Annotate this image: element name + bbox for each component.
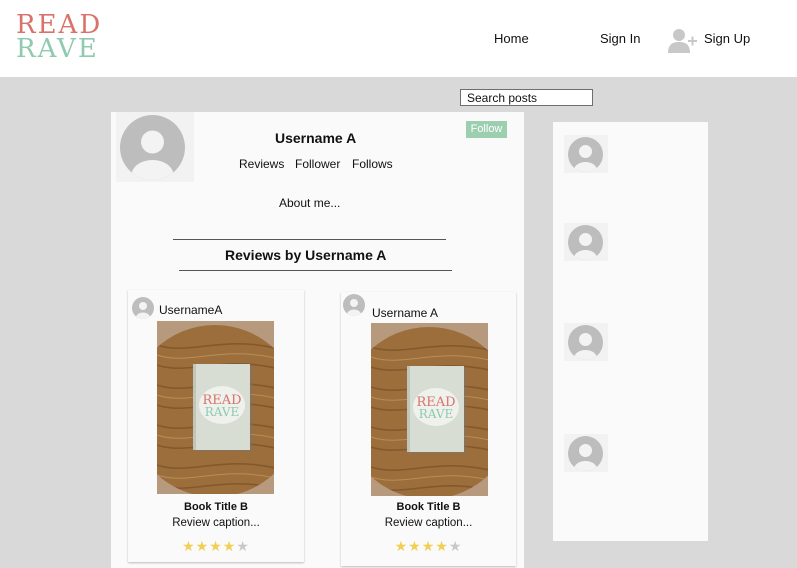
review-card[interactable]: Username A READ RAVE Book Title B Review… — [341, 292, 516, 566]
star-filled-icon: ★ — [209, 538, 223, 554]
profile-reviews-link[interactable]: Reviews — [239, 157, 284, 171]
review-caption: Review caption... — [172, 517, 260, 529]
review-author[interactable]: UsernameA — [159, 303, 222, 317]
profile-username: Username A — [275, 130, 357, 146]
reviews-heading: Reviews by Username A — [225, 247, 387, 263]
nav-home-link[interactable]: Home — [494, 31, 529, 46]
review-card[interactable]: UsernameA READ RAVE Book Title B Review … — [128, 290, 304, 562]
book-cover-image[interactable]: READ RAVE — [371, 323, 488, 496]
user-avatar-icon — [568, 325, 603, 360]
star-rating: ★★★★★ — [341, 538, 516, 555]
star-filled-icon: ★ — [435, 538, 449, 554]
star-filled-icon: ★ — [394, 538, 409, 554]
star-rating: ★★★★★ — [128, 538, 304, 555]
cover-text-rave: RAVE — [205, 405, 240, 419]
nav-sign-in-link[interactable]: Sign In — [600, 31, 640, 46]
search-input[interactable] — [460, 89, 593, 106]
follow-button[interactable]: Follow — [466, 121, 507, 138]
book-title[interactable]: Book Title B — [341, 501, 516, 513]
profile-follows-link[interactable]: Follows — [352, 157, 393, 171]
star-empty-icon: ★ — [448, 538, 463, 554]
logo-line-rave: RAVE — [16, 34, 99, 64]
book-cover-image[interactable]: READ RAVE — [157, 321, 274, 494]
user-avatar-icon — [132, 297, 154, 319]
user-avatar-icon — [568, 436, 603, 471]
readrave-logo[interactable]: READ RAVE — [16, 12, 102, 62]
profile-follower-link[interactable]: Follower — [295, 157, 340, 171]
cover-text-rave: RAVE — [419, 407, 454, 421]
suggested-user-avatar[interactable] — [564, 223, 608, 261]
suggested-user-avatar[interactable] — [564, 323, 608, 361]
divider-top — [173, 239, 446, 240]
star-filled-icon: ★ — [222, 538, 237, 554]
user-avatar-icon — [343, 294, 365, 316]
divider-bottom — [179, 270, 452, 271]
top-navigation-bar: READ RAVE Home Sign In Sign Up — [0, 0, 797, 77]
user-avatar-icon — [120, 115, 185, 180]
star-filled-icon: ★ — [195, 538, 210, 554]
review-caption: Review caption... — [384, 517, 473, 529]
suggested-user-avatar[interactable] — [564, 434, 608, 472]
user-avatar-icon — [568, 137, 603, 172]
profile-about: About me... — [279, 196, 341, 210]
review-author[interactable]: Username A — [372, 306, 438, 320]
nav-sign-up-link[interactable]: Sign Up — [704, 31, 750, 46]
star-empty-icon: ★ — [236, 538, 250, 554]
star-filled-icon: ★ — [182, 538, 196, 554]
book-title[interactable]: Book Title B — [128, 501, 304, 513]
star-filled-icon: ★ — [408, 538, 422, 554]
user-avatar-icon — [568, 225, 603, 260]
suggested-user-avatar[interactable] — [564, 135, 608, 173]
star-filled-icon: ★ — [421, 538, 436, 554]
add-user-icon[interactable] — [668, 27, 698, 53]
